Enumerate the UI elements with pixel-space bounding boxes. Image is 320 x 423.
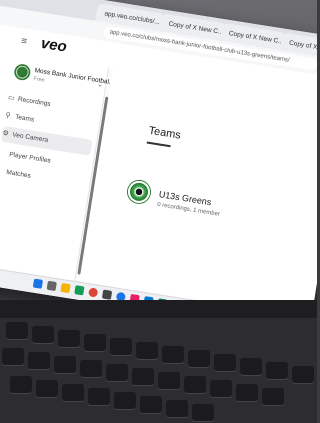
keyboard-key (54, 356, 76, 373)
profile-icon (0, 155, 9, 157)
keyboard-key (62, 384, 84, 401)
laptop-screen: app.veo.co/clubs/... Copy of X New C... … (0, 0, 317, 337)
keyboard-key (110, 338, 132, 355)
keyboard-key (292, 366, 314, 383)
app-icon[interactable] (74, 285, 85, 296)
tab-favicon-icon (225, 29, 227, 36)
keyboard-key (32, 326, 54, 343)
search-icon[interactable] (46, 280, 57, 292)
keyboard-key (88, 388, 110, 405)
keyboard-key (58, 330, 80, 347)
keyboard-key (84, 334, 106, 351)
keyboard-key (210, 380, 232, 397)
keyboard-key (28, 352, 50, 369)
keyboard-key (240, 358, 262, 375)
keyboard-key (262, 388, 284, 405)
keyboard (0, 318, 317, 423)
keyboard-key (192, 404, 214, 421)
keyboard-key (10, 376, 32, 393)
keyboard-key (80, 360, 102, 377)
keyboard-key (6, 322, 28, 339)
keyboard-key (236, 384, 258, 401)
keyboard-key (184, 376, 206, 393)
tab-favicon-icon (165, 19, 167, 27)
keyboard-key (36, 380, 58, 397)
club-badge-icon (13, 63, 32, 82)
keyboard-key (158, 372, 180, 389)
windows-start-icon[interactable] (32, 278, 44, 289)
keyboard-key (136, 342, 158, 359)
file-explorer-icon[interactable] (60, 282, 71, 294)
chevron-down-icon: ⌄ (96, 81, 104, 89)
keyboard-key (166, 400, 188, 417)
keyboard-key (140, 396, 162, 413)
keyboard-key (188, 350, 210, 367)
tab-favicon-icon (285, 38, 287, 46)
app-icon[interactable] (101, 289, 113, 300)
keyboard-key (2, 348, 24, 365)
keyboard-key (266, 362, 288, 379)
tab-favicon-icon (101, 9, 103, 17)
keyboard-key (106, 364, 128, 381)
keyboard-key (214, 354, 236, 371)
keyboard-key (162, 346, 184, 363)
keyboard-key (132, 368, 154, 385)
photo-scene: app.veo.co/clubs/... Copy of X New C... … (0, 0, 317, 423)
club-plan: Free (32, 76, 46, 84)
keyboard-key (114, 392, 136, 409)
